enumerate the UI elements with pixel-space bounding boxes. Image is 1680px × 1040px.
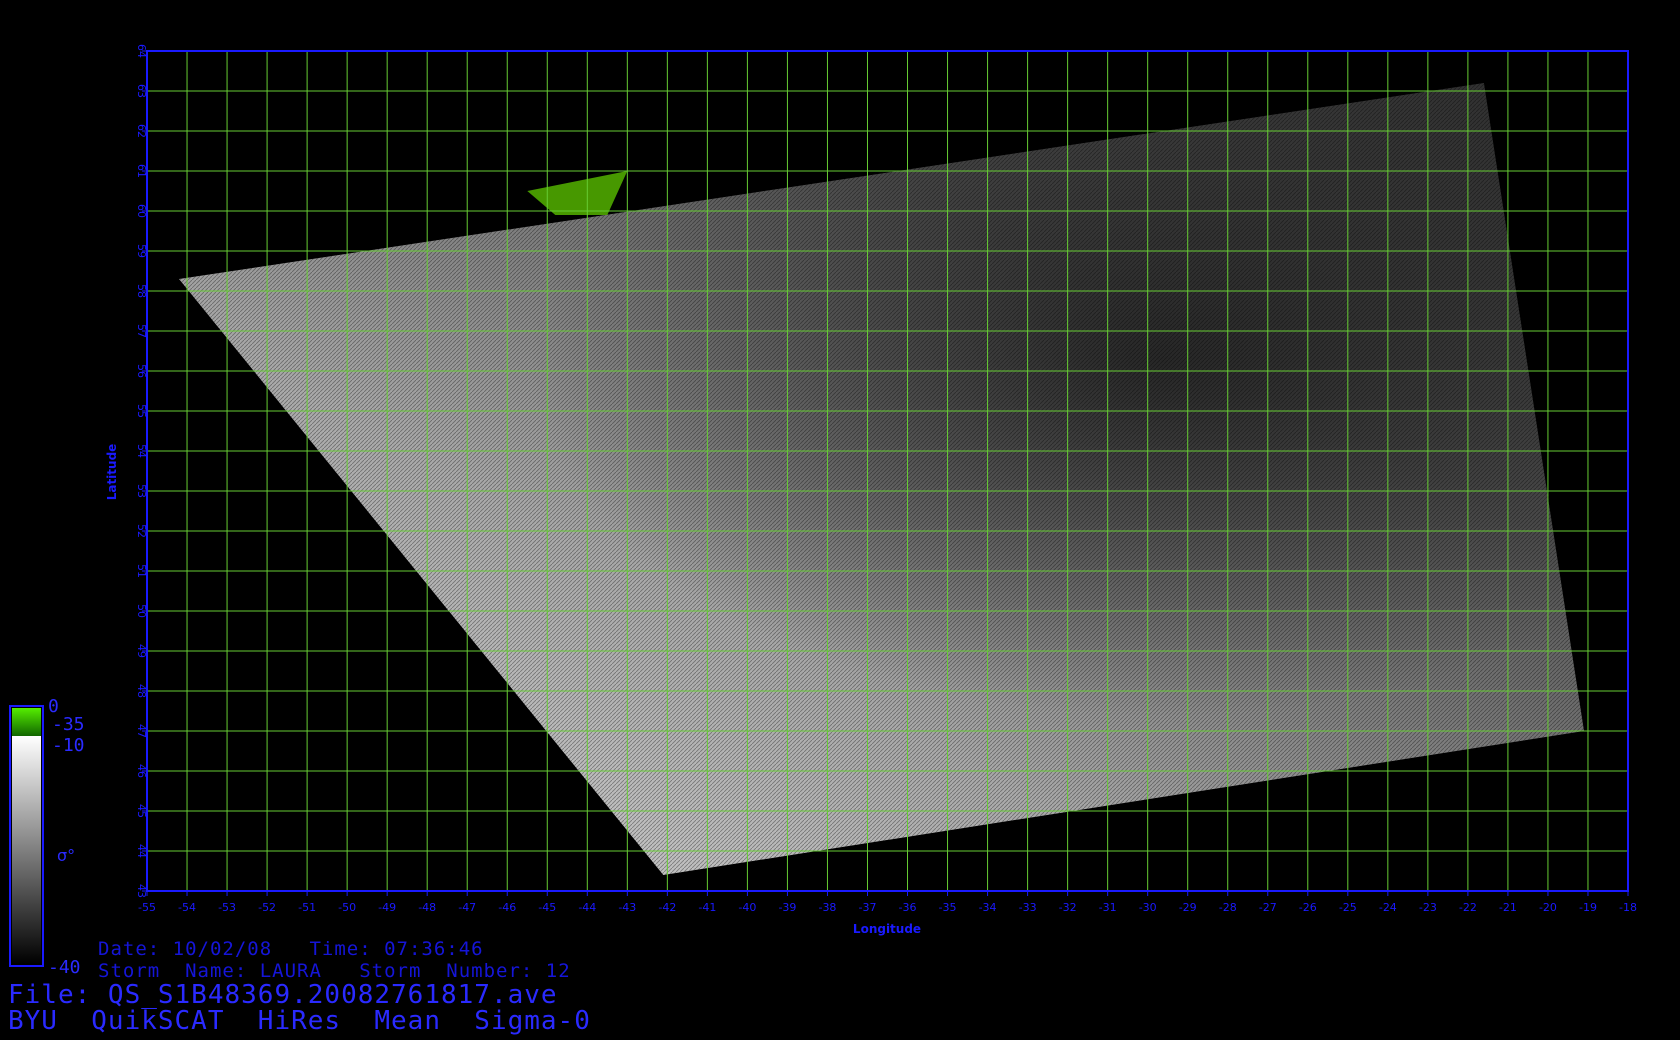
x-tick-label: -52: [258, 901, 276, 914]
x-tick-label: -35: [939, 901, 957, 914]
x-tick-label: -30: [1139, 901, 1157, 914]
y-tick-label: 56: [135, 364, 148, 378]
swath-texture: [179, 83, 1584, 875]
y-tick-label: 47: [135, 724, 148, 738]
x-tick-label: -53: [218, 901, 236, 914]
x-tick-label: -44: [578, 901, 596, 914]
colorbar-label-green-low: -35: [52, 714, 85, 735]
y-tick-label: 57: [135, 324, 148, 338]
x-tick-label: -36: [899, 901, 917, 914]
x-tick-label: -51: [298, 901, 316, 914]
product-title-line: BYU QuikSCAT HiRes Mean Sigma-0: [8, 1006, 591, 1036]
x-tick-label: -20: [1539, 901, 1557, 914]
y-tick-label: 44: [135, 844, 148, 858]
x-tick-label: -28: [1219, 901, 1237, 914]
x-tick-label: -32: [1059, 901, 1077, 914]
storm-info-line: Storm Name: LAURA Storm Number: 12: [98, 960, 571, 982]
x-tick-label: -19: [1579, 901, 1597, 914]
x-tick-label: -46: [498, 901, 516, 914]
x-tick-label: -29: [1179, 901, 1197, 914]
y-tick-label: 63: [135, 84, 148, 98]
x-tick-label: -39: [778, 901, 796, 914]
x-tick-label: -55: [138, 901, 156, 914]
x-tick-label: -23: [1419, 901, 1437, 914]
x-tick-label: -27: [1259, 901, 1277, 914]
y-tick-label: 58: [135, 284, 148, 298]
x-tick-label: -41: [698, 901, 716, 914]
y-tick-label: 46: [135, 764, 148, 778]
x-tick-label: -50: [338, 901, 356, 914]
x-tick-label: -21: [1499, 901, 1517, 914]
x-axis-label: Longitude: [853, 922, 921, 936]
y-axis-label: Latitude: [105, 444, 119, 501]
x-tick-label: -40: [738, 901, 756, 914]
colorbar-label-bottom: -40: [48, 957, 81, 978]
x-tick-label: -48: [418, 901, 436, 914]
y-tick-label: 64: [135, 44, 148, 58]
ice-patch: [527, 171, 628, 215]
longitude-tick-labels: -55 -54 -53 -52 -51 -50 -49 -48 -47 -46 -45 -44 -43 -…: [138, 891, 1637, 914]
map-figure: -55 -54 -53 -52 -51 -50 -49 -48 -47 -46 -45 -44 -43 -…: [9, 44, 1637, 967]
x-tick-label: -49: [378, 901, 396, 914]
colorbar-label-gray-top: -10: [52, 735, 85, 756]
y-tick-label: 45: [135, 804, 148, 818]
x-tick-label: -26: [1299, 901, 1317, 914]
sigma0-swath-image: [179, 83, 1584, 875]
x-tick-label: -25: [1339, 901, 1357, 914]
x-tick-label: -37: [859, 901, 877, 914]
y-tick-label: 59: [135, 244, 148, 258]
x-tick-label: -22: [1459, 901, 1477, 914]
x-tick-label: -47: [458, 901, 476, 914]
y-tick-label: 48: [135, 684, 148, 698]
x-tick-label: -18: [1619, 901, 1637, 914]
colorbar-green-segment: [12, 708, 41, 736]
y-tick-label: 49: [135, 644, 148, 658]
y-tick-label: 60: [135, 204, 148, 218]
colorbar-gray-segment: [12, 736, 41, 964]
x-tick-label: -38: [818, 901, 836, 914]
y-tick-label: 53: [135, 484, 148, 498]
colorbar-symbol: σ°: [57, 846, 75, 865]
y-tick-label: 51: [135, 564, 148, 578]
y-tick-label: 50: [135, 604, 148, 618]
y-tick-label: 52: [135, 524, 148, 538]
date-time-line: Date: 10/02/08 Time: 07:36:46: [98, 938, 484, 960]
x-tick-label: -43: [618, 901, 636, 914]
y-tick-label: 62: [135, 124, 148, 138]
x-tick-label: -42: [658, 901, 676, 914]
x-tick-label: -45: [538, 901, 556, 914]
x-tick-label: -31: [1099, 901, 1117, 914]
x-tick-label: -54: [178, 901, 196, 914]
y-tick-label: 54: [135, 444, 148, 458]
x-tick-label: -33: [1019, 901, 1037, 914]
x-tick-label: -34: [979, 901, 997, 914]
y-tick-label: 43: [135, 884, 148, 898]
y-tick-label: 61: [135, 164, 148, 178]
y-tick-label: 55: [135, 404, 148, 418]
x-tick-label: -24: [1379, 901, 1397, 914]
